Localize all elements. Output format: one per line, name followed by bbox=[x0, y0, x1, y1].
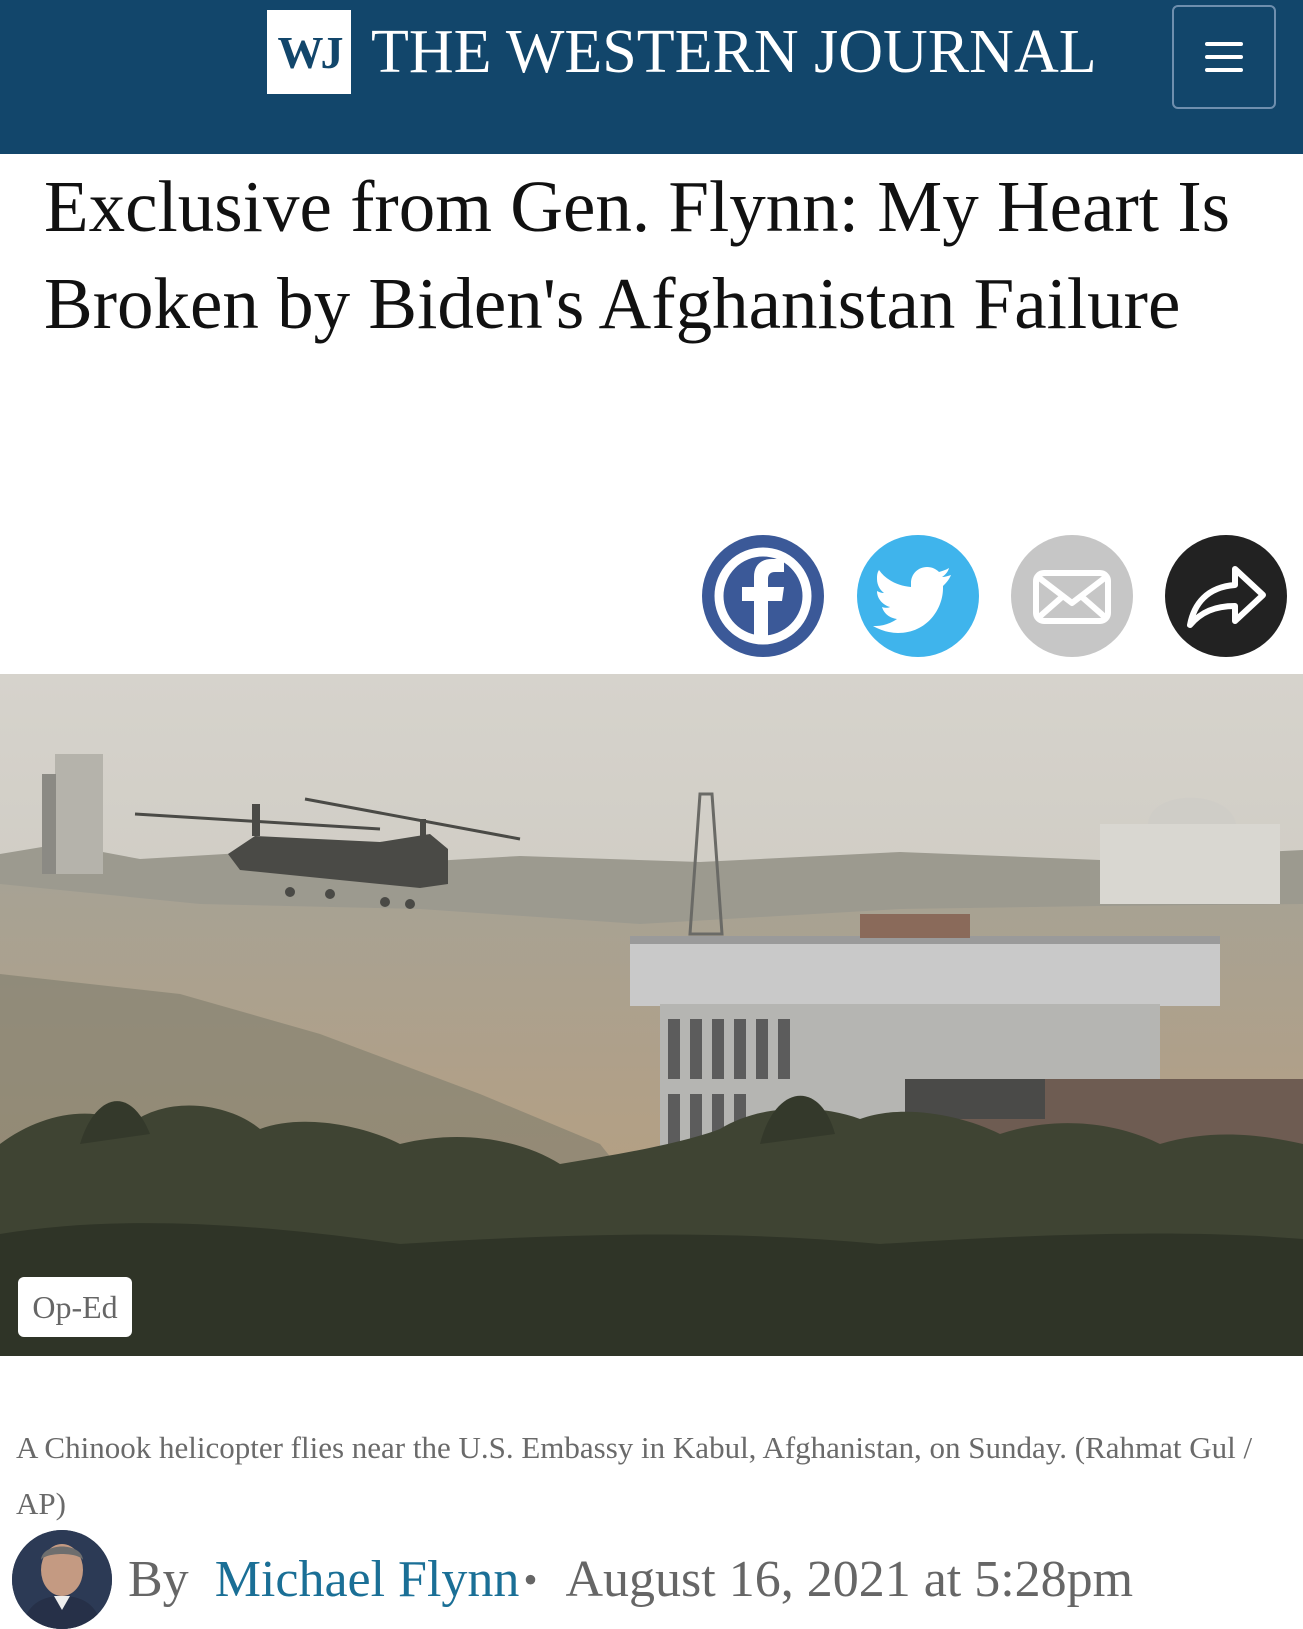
article-photo[interactable] bbox=[0, 674, 1303, 1356]
logo-mark: WJ bbox=[267, 10, 351, 94]
share-button[interactable] bbox=[1165, 535, 1287, 657]
photo-caption: A Chinook helicopter flies near the U.S.… bbox=[16, 1430, 1253, 1521]
helicopter-embassy-photo bbox=[0, 674, 1303, 1356]
site-header: WJ THE WESTERN JOURNAL bbox=[0, 0, 1303, 154]
byline-separator: • bbox=[523, 1557, 538, 1602]
byline: By Michael Flynn • August 16, 2021 at 5:… bbox=[12, 1530, 1133, 1629]
email-share-button[interactable] bbox=[1011, 535, 1133, 657]
author-link[interactable]: Michael Flynn bbox=[215, 1550, 520, 1609]
share-bar bbox=[0, 535, 1303, 659]
byline-prefix: By bbox=[128, 1551, 189, 1608]
email-icon bbox=[1033, 570, 1111, 624]
publish-date: August 16, 2021 at 5:28pm bbox=[565, 1551, 1134, 1608]
site-logo[interactable]: WJ THE WESTERN JOURNAL bbox=[267, 10, 1097, 94]
share-arrow-icon bbox=[1187, 566, 1266, 628]
facebook-icon bbox=[714, 547, 812, 645]
hamburger-menu-icon bbox=[1205, 42, 1243, 46]
twitter-icon bbox=[873, 567, 951, 633]
article-headline: Exclusive from Gen. Flynn: My Heart Is B… bbox=[44, 166, 1231, 344]
twitter-share-button[interactable] bbox=[857, 535, 979, 657]
facebook-share-button[interactable] bbox=[702, 535, 824, 657]
author-avatar-image bbox=[12, 1530, 112, 1629]
hamburger-menu-button[interactable] bbox=[1172, 5, 1276, 109]
site-name: THE WESTERN JOURNAL bbox=[371, 17, 1097, 86]
author-avatar[interactable] bbox=[12, 1530, 112, 1629]
category-badge[interactable]: Op-Ed bbox=[18, 1277, 132, 1337]
